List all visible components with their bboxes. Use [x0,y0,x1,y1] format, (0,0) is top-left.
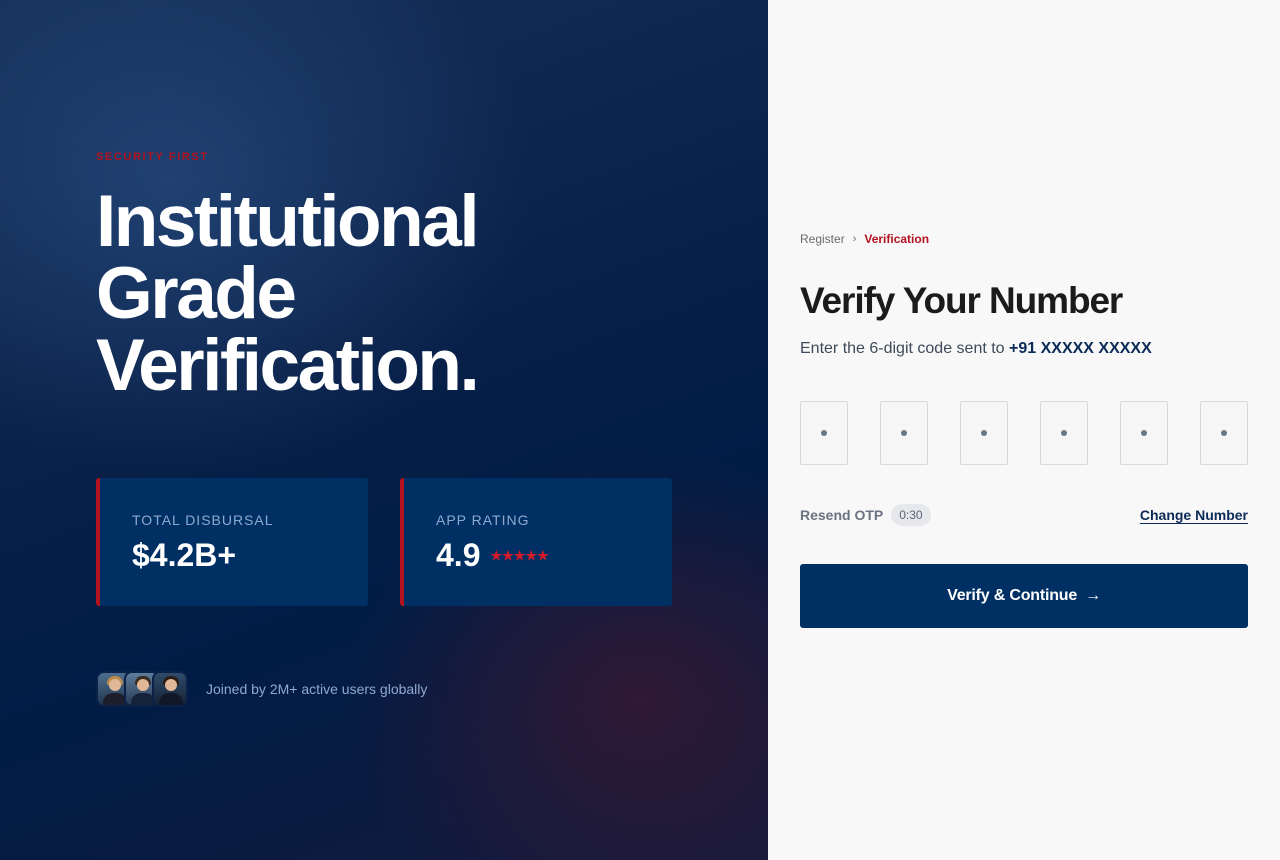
page-subtitle: Enter the 6-digit code sent to +91 XXXXX… [800,340,1152,358]
otp-digit-5[interactable] [1120,401,1168,465]
stat-value-text: 4.9 [436,537,481,573]
otp-digit-6[interactable] [1200,401,1248,465]
phone-number: +91 XXXXX XXXXX [1009,340,1152,357]
stat-label: APP RATING [436,512,530,528]
stat-label: TOTAL DISBURSAL [132,512,274,528]
arrow-right-icon: → [1085,587,1101,604]
placeholder-dot-icon [901,430,907,436]
eyebrow-label: SECURITY FIRST [96,151,209,163]
page-title: Verify Your Number [800,280,1123,321]
placeholder-dot-icon [821,430,827,436]
stat-value: $4.2B+ [132,537,368,574]
social-proof: Joined by 2M+ active users globally [96,671,427,707]
avatar [152,671,188,707]
hero-title-line-2: Grade [96,253,297,334]
resend-row: Resend OTP 0:30 Change Number [800,504,1248,526]
verification-panel: Register › Verification Verify Your Numb… [768,0,1280,860]
placeholder-dot-icon [1061,430,1067,436]
hero-title-line-3: Verification. [96,325,480,406]
otp-input-group [800,401,1248,465]
subtitle-text: Enter the 6-digit code sent to [800,340,1010,357]
breadcrumb-verification: Verification [864,232,930,246]
placeholder-dot-icon [1141,430,1147,436]
stat-value-text: $4.2B+ [132,537,237,573]
chevron-right-icon: › [852,233,857,245]
stat-card-rating: APP RATING 4.9 ★★★★★ [400,478,672,606]
avatar-group [96,671,188,707]
otp-digit-3[interactable] [960,401,1008,465]
social-proof-text: Joined by 2M+ active users globally [206,681,428,697]
stat-value: 4.9 ★★★★★ [436,537,672,574]
breadcrumb: Register › Verification [800,232,929,246]
placeholder-dot-icon [1221,430,1227,436]
hero-panel: SECURITY FIRST Institutional Grade Verif… [0,0,768,860]
hero-title-line-1: Institutional [96,181,480,262]
placeholder-dot-icon [981,430,987,436]
verify-continue-button[interactable]: Verify & Continue → [800,564,1248,628]
resend-group: Resend OTP 0:30 [800,504,931,526]
star-rating-icon: ★★★★★ [490,547,549,563]
breadcrumb-register[interactable]: Register [800,232,845,246]
verify-button-label: Verify & Continue [947,587,1078,604]
hero-title: Institutional Grade Verification. [96,181,716,406]
otp-digit-1[interactable] [800,401,848,465]
otp-digit-2[interactable] [880,401,928,465]
change-number-link[interactable]: Change Number [1140,507,1248,523]
otp-digit-4[interactable] [1040,401,1088,465]
stat-card-disbursal: TOTAL DISBURSAL $4.2B+ [96,478,368,606]
resend-otp-button[interactable]: Resend OTP [800,507,883,523]
resend-timer-badge: 0:30 [891,504,931,526]
